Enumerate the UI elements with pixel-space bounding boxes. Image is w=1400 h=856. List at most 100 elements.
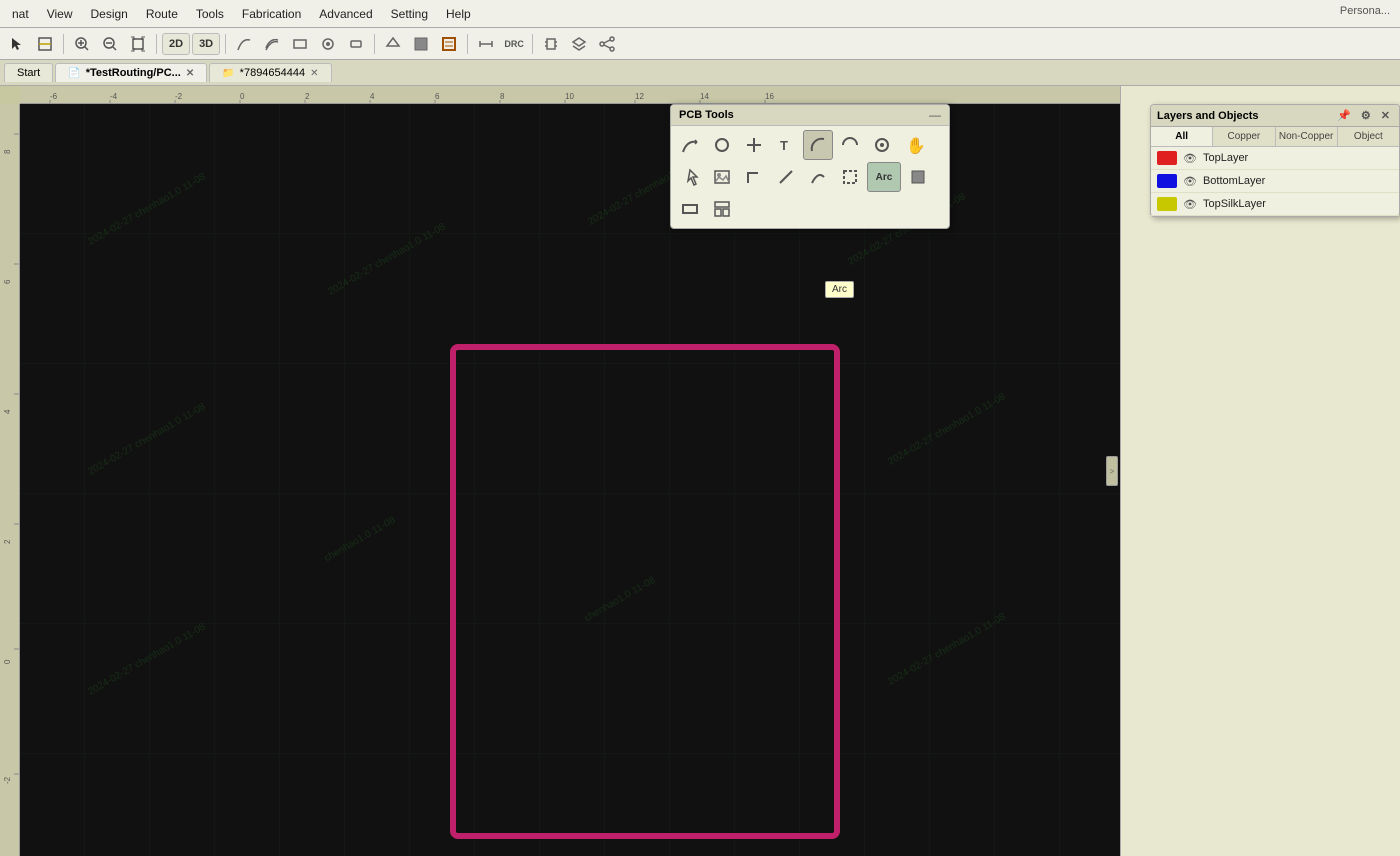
highlight-btn[interactable]	[32, 31, 58, 57]
menubar: nat View Design Route Tools Fabrication …	[0, 0, 1400, 28]
panel-pin-icon[interactable]: 📌	[1334, 108, 1354, 123]
pad-btn[interactable]	[343, 31, 369, 57]
fit-view-btn[interactable]	[125, 31, 151, 57]
measure[interactable]	[473, 31, 499, 57]
pcb-tools-header[interactable]: PCB Tools —	[671, 105, 949, 126]
layer-tabs: All Copper Non-Copper Object	[1151, 127, 1399, 147]
top-layer-color	[1157, 151, 1177, 165]
tab-number-icon: 📁	[222, 68, 234, 79]
pcb-rectangle[interactable]	[450, 344, 840, 839]
tool-pan[interactable]: ✋	[899, 130, 929, 160]
pcb-tools-panel: PCB Tools — T	[670, 104, 950, 229]
panel-settings-icon[interactable]: ⚙	[1358, 108, 1374, 123]
menu-tools[interactable]: Tools	[188, 4, 232, 24]
menu-view[interactable]: View	[39, 4, 81, 24]
tool-image[interactable]	[707, 162, 737, 192]
svg-text:2: 2	[3, 539, 12, 544]
layer-tab-copper[interactable]: Copper	[1213, 127, 1275, 146]
zoom-out-btn[interactable]	[97, 31, 123, 57]
menu-fabrication[interactable]: Fabrication	[234, 4, 309, 24]
tool-fill-rect[interactable]	[903, 162, 933, 192]
polygon-btn[interactable]	[380, 31, 406, 57]
bottom-layer-eye[interactable]: 👁	[1183, 175, 1197, 188]
watermark: 2024-02-27 chenhao1.0 11-08	[86, 621, 207, 697]
personal-label: Persona...	[1340, 0, 1390, 22]
tool-curved[interactable]	[803, 162, 833, 192]
tool-diagonal[interactable]	[771, 162, 801, 192]
tool-arc2[interactable]	[835, 130, 865, 160]
menu-setting[interactable]: Setting	[383, 4, 436, 24]
panel-close-icon[interactable]: ✕	[1378, 108, 1393, 123]
sep1	[63, 34, 64, 54]
tool-route-track[interactable]	[675, 130, 705, 160]
via-btn[interactable]	[315, 31, 341, 57]
tool-full-circle[interactable]	[867, 130, 897, 160]
tool-pin[interactable]	[739, 130, 769, 160]
copper-area[interactable]	[436, 31, 462, 57]
svg-text:-6: -6	[50, 92, 58, 101]
tab-number-label: *7894654444	[240, 67, 305, 79]
tool-arc[interactable]	[803, 130, 833, 160]
canvas-area[interactable]: 2024-02-27 chenhao1.0 11-08 2024-02-27 c…	[20, 104, 1120, 856]
tab-number-close[interactable]: ✕	[310, 68, 318, 79]
svg-text:6: 6	[3, 279, 12, 284]
tool-rect-select[interactable]	[835, 162, 865, 192]
fill-btn[interactable]	[408, 31, 434, 57]
layer-tab-non-copper[interactable]: Non-Copper	[1276, 127, 1338, 146]
tab-start[interactable]: Start	[4, 63, 53, 82]
menu-route[interactable]: Route	[138, 4, 186, 24]
comp-btn[interactable]	[538, 31, 564, 57]
silk-layer-color	[1157, 197, 1177, 211]
tool-corner[interactable]	[739, 162, 769, 192]
layer-tab-all[interactable]: All	[1151, 127, 1213, 146]
drc-btn[interactable]: DRC	[501, 31, 527, 57]
tab-test-routing-close[interactable]: ✕	[186, 68, 194, 79]
menu-advanced[interactable]: Advanced	[311, 4, 380, 24]
share-btn[interactable]	[594, 31, 620, 57]
menu-design[interactable]: Design	[82, 4, 135, 24]
tab-test-routing-icon: 📄	[68, 68, 80, 79]
tool-arc-label[interactable]: Arc	[867, 162, 901, 192]
2d-btn[interactable]: 2D	[162, 33, 190, 55]
tool-circle[interactable]	[707, 130, 737, 160]
menu-nat[interactable]: nat	[4, 4, 37, 24]
zoom-in-btn[interactable]	[69, 31, 95, 57]
tool-text[interactable]: T	[771, 130, 801, 160]
tab-test-routing[interactable]: 📄 *TestRouting/PC... ✕	[55, 63, 207, 82]
top-layer-eye[interactable]: 👁	[1183, 152, 1197, 165]
3d-btn[interactable]: 3D	[192, 33, 220, 55]
layers-panel: Layers and Objects 📌 ⚙ ✕ All Copper Non-…	[1150, 104, 1400, 217]
tool-layout[interactable]	[707, 194, 737, 224]
toolbar: 2D 3D DRC	[0, 28, 1400, 60]
right-edge-toggle[interactable]: >	[1106, 456, 1118, 486]
sep6	[532, 34, 533, 54]
route-single[interactable]	[231, 31, 257, 57]
watermark: 2024-02-27 chenhao1.0 11-08	[886, 391, 1007, 467]
svg-text:2: 2	[305, 92, 310, 101]
layer-row-silk[interactable]: 👁 TopSilkLayer	[1151, 193, 1399, 216]
layer-row-bottom[interactable]: 👁 BottomLayer	[1151, 170, 1399, 193]
watermark: 2024-02-27 chenhao1.0 11-08	[886, 611, 1007, 687]
tab-number[interactable]: 📁 *7894654444 ✕	[209, 63, 331, 82]
tool-select[interactable]	[675, 162, 705, 192]
top-layer-name: TopLayer	[1203, 152, 1248, 164]
layer-row-top[interactable]: 👁 TopLayer	[1151, 147, 1399, 170]
ruler-top: -6 -4 -2 0 2 4 6 8 10 12 14 16	[20, 86, 1120, 104]
watermark: 2024-02-27 chenhao1.0 11-08	[326, 221, 447, 297]
layer-tab-object[interactable]: Object	[1338, 127, 1399, 146]
svg-text:-2: -2	[3, 776, 12, 784]
tool-cutout[interactable]	[675, 194, 705, 224]
layers-panel-header: Layers and Objects 📌 ⚙ ✕	[1151, 105, 1399, 127]
pcb-tools-minimize[interactable]: —	[929, 108, 941, 122]
silk-layer-eye[interactable]: 👁	[1183, 198, 1197, 211]
layers-btn[interactable]	[566, 31, 592, 57]
watermark: 2024-02-27 chenhao1.0 11-08	[86, 401, 207, 477]
pcb-tools-body: T ✋	[671, 126, 949, 228]
menu-help[interactable]: Help	[438, 4, 479, 24]
route-multi[interactable]	[259, 31, 285, 57]
ruler-left: 8 6 4 2 0 -2	[0, 104, 20, 856]
bottom-layer-name: BottomLayer	[1203, 175, 1265, 187]
auto-route[interactable]	[287, 31, 313, 57]
svg-text:✋: ✋	[906, 136, 923, 154]
cursor-btn[interactable]	[4, 31, 30, 57]
